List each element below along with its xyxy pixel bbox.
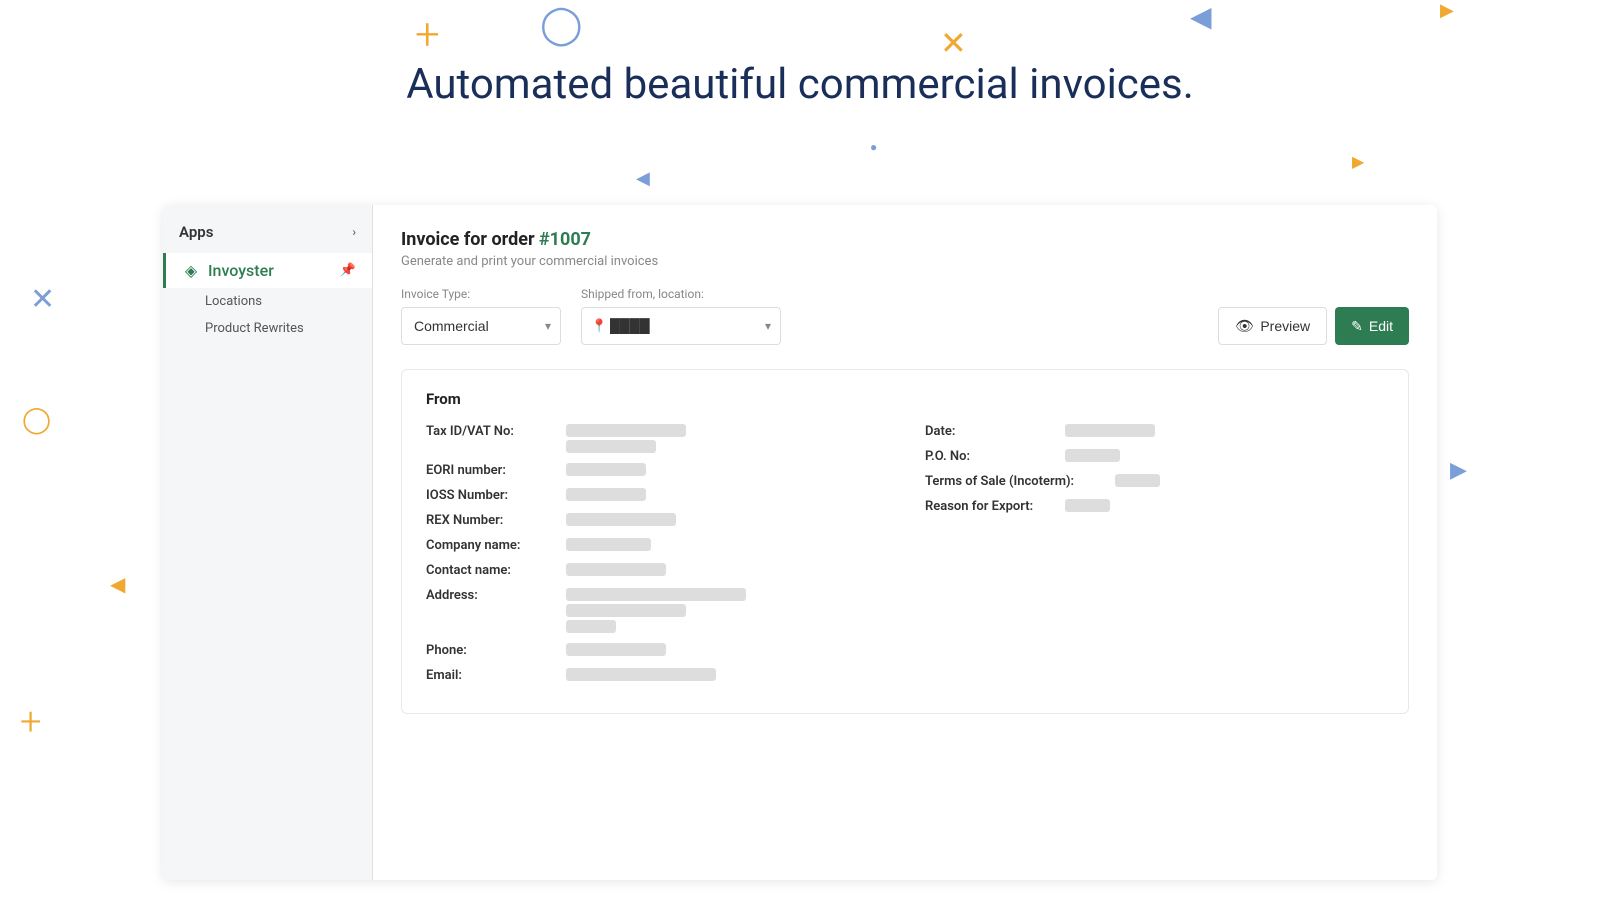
controls-row: Invoice Type: Commercial Proforma Credit…	[401, 287, 1409, 345]
edit-icon: ✎	[1351, 318, 1363, 335]
shipped-from-group: Shipped from, location: 📍 ████	[581, 287, 781, 345]
field-email: Email:	[426, 668, 885, 683]
field-po: P.O. No:	[925, 449, 1384, 464]
sidebar-item-locations[interactable]: Locations	[163, 288, 372, 315]
from-right-column: Date: P.O. No: Terms of Sale (Incoterm):…	[925, 424, 1384, 693]
email-value	[566, 668, 716, 681]
deco-triangle-right-1: ▶	[1440, 0, 1454, 21]
incoterm-value	[1115, 474, 1160, 487]
field-incoterm: Terms of Sale (Incoterm):	[925, 474, 1384, 489]
invoyster-icon: ◈	[182, 262, 200, 280]
from-left-column: Tax ID/VAT No: EORI number: IOSS Number:	[426, 424, 885, 693]
from-title: From	[426, 390, 1384, 408]
reason-value	[1065, 499, 1110, 512]
address-line1	[566, 588, 746, 601]
page-title: Automated beautiful commercial invoices.	[0, 60, 1600, 109]
field-rex: REX Number:	[426, 513, 885, 528]
field-phone: Phone:	[426, 643, 885, 658]
right-panel: Invoice for order #1007 Generate and pri…	[373, 205, 1437, 880]
invoice-type-select[interactable]: Commercial Proforma Credit Note	[401, 307, 561, 345]
eori-value	[566, 463, 646, 476]
preview-button[interactable]: 👁 Preview	[1218, 307, 1327, 345]
invoice-subtitle: Generate and print your commercial invoi…	[401, 254, 1409, 269]
sidebar-item-invoyster[interactable]: ◈ Invoyster 📌	[163, 253, 372, 288]
btn-row: 👁 Preview ✎ Edit	[1218, 307, 1409, 345]
invoice-type-label: Invoice Type:	[401, 287, 561, 301]
main-content: Apps › ◈ Invoyster 📌 Locations Product R…	[163, 205, 1437, 880]
contact-value	[566, 563, 666, 576]
field-tax-id: Tax ID/VAT No:	[426, 424, 885, 453]
field-company: Company name:	[426, 538, 885, 553]
sidebar-apps-chevron: ›	[352, 225, 356, 239]
invoice-type-select-wrapper: Commercial Proforma Credit Note	[401, 307, 561, 345]
field-date: Date:	[925, 424, 1384, 439]
field-ioss: IOSS Number:	[426, 488, 885, 503]
field-reason-export: Reason for Export:	[925, 499, 1384, 514]
deco-triangle-left-2: ◀	[636, 168, 650, 189]
page-header: Automated beautiful commercial invoices.	[0, 60, 1600, 109]
deco-plus-1: +	[415, 8, 440, 60]
from-grid: Tax ID/VAT No: EORI number: IOSS Number:	[426, 424, 1384, 693]
deco-triangle-right-3: ▶	[1450, 458, 1467, 483]
shipped-from-select[interactable]: ████	[581, 307, 781, 345]
deco-circle-outline-2: ◯	[22, 405, 51, 435]
deco-triangle-right-2: ▶	[1352, 152, 1364, 171]
location-pin-icon: 📍	[591, 319, 607, 334]
invoice-title: Invoice for order #1007	[401, 229, 1409, 250]
invoice-type-group: Invoice Type: Commercial Proforma Credit…	[401, 287, 561, 345]
tax-id-line1	[566, 424, 686, 437]
deco-triangle-left-3: ◀	[110, 572, 125, 596]
address-line2	[566, 604, 686, 617]
deco-plus-2: +	[20, 700, 41, 744]
deco-x-1: ✕	[940, 24, 967, 62]
field-eori: EORI number:	[426, 463, 885, 478]
deco-circle-outline-1: ◯	[540, 2, 583, 47]
deco-circle-1: ●	[870, 140, 877, 154]
order-id: #1007	[539, 229, 591, 250]
field-contact: Contact name:	[426, 563, 885, 578]
preview-icon: 👁	[1235, 317, 1254, 335]
from-section: From Tax ID/VAT No: EORI number:	[401, 369, 1409, 714]
sidebar: Apps › ◈ Invoyster 📌 Locations Product R…	[163, 205, 373, 880]
tax-id-line2	[566, 440, 656, 453]
shipped-from-select-wrapper: 📍 ████	[581, 307, 781, 345]
pin-icon: 📌	[340, 263, 356, 278]
shipped-from-label: Shipped from, location:	[581, 287, 781, 301]
date-value	[1065, 424, 1155, 437]
deco-x-2: ✕	[30, 282, 55, 317]
address-line3	[566, 620, 616, 633]
po-value	[1065, 449, 1120, 462]
deco-triangle-left-1: ◀	[1190, 0, 1212, 33]
ioss-value	[566, 488, 646, 501]
sidebar-item-product-rewrites[interactable]: Product Rewrites	[163, 315, 372, 342]
sidebar-apps-header[interactable]: Apps ›	[163, 205, 372, 253]
sidebar-apps-label: Apps	[179, 223, 213, 241]
field-address: Address:	[426, 588, 885, 633]
rex-value	[566, 513, 676, 526]
edit-button[interactable]: ✎ Edit	[1335, 307, 1409, 345]
sidebar-item-label: Invoyster	[208, 261, 274, 280]
phone-value	[566, 643, 666, 656]
company-value	[566, 538, 651, 551]
